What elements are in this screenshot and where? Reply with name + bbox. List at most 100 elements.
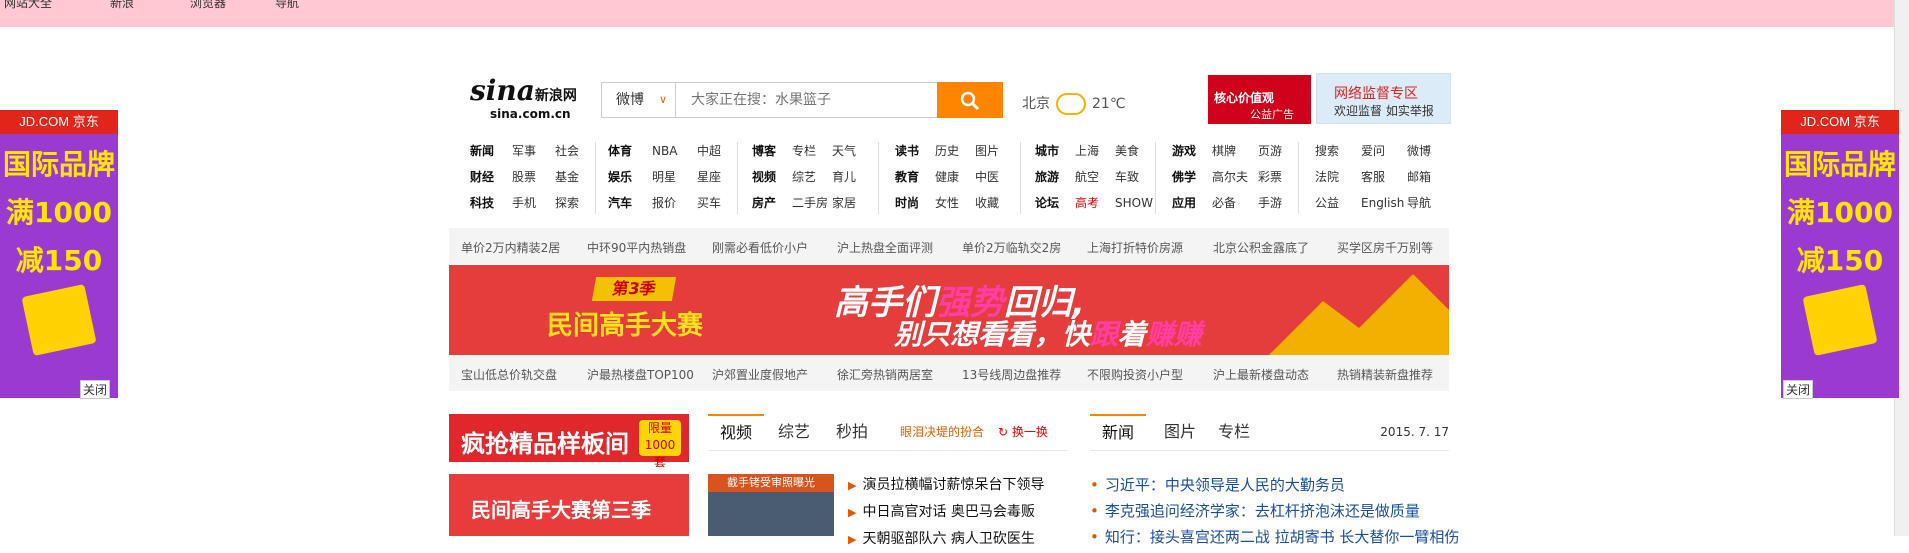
nav-link[interactable]: 基金 [555, 164, 579, 190]
weather-widget[interactable]: 北京 21℃ [1022, 93, 1126, 115]
net-supervision-ad[interactable]: 网络监督专区 欢迎监督 如实举报 [1316, 73, 1451, 124]
tab-miaopai[interactable]: 秒拍 [836, 414, 868, 450]
nav-link[interactable]: 时尚 [895, 190, 935, 216]
nav-link[interactable]: 上海 [1075, 138, 1115, 164]
nav-link[interactable]: 教育 [895, 164, 935, 190]
property-link[interactable]: 13号线周边盘推荐 [962, 366, 1061, 383]
contest-banner[interactable]: 第3季 民间高手大赛 高手们强势回归, 别只想看看，快跟着赚赚 [449, 265, 1449, 355]
nav-link[interactable]: 星座 [697, 164, 721, 190]
property-link[interactable]: 热销精装新盘推荐 [1337, 366, 1433, 383]
nav-link[interactable]: 论坛 [1035, 190, 1075, 216]
nav-link[interactable]: 历史 [935, 138, 975, 164]
property-link[interactable]: 沪上最新楼盘动态 [1213, 366, 1309, 383]
bookmark-3[interactable]: 浏览器 [190, 0, 226, 11]
nav-link[interactable]: 房产 [752, 190, 792, 216]
property-link[interactable]: 单价2万临轨交2房 [962, 239, 1061, 256]
property-link[interactable]: 沪郊置业度假地产 [712, 366, 808, 383]
nav-link[interactable]: 专栏 [792, 138, 832, 164]
list-item[interactable]: ▶ 天朝驱部队六 病人卫砍医生 [848, 526, 1044, 553]
nav-link[interactable]: 邮箱 [1407, 164, 1431, 190]
list-item[interactable]: ▶ 中日高官对话 奥巴马会毒贩 [848, 499, 1044, 526]
property-link[interactable]: 上海打折特价房源 [1087, 239, 1183, 256]
nav-link[interactable]: 娱乐 [608, 164, 652, 190]
nav-link[interactable]: 军事 [512, 138, 555, 164]
nav-link[interactable]: 体育 [608, 138, 652, 164]
nav-link[interactable]: 导航 [1407, 190, 1431, 216]
nav-link[interactable]: 航空 [1075, 164, 1115, 190]
nav-link[interactable]: 页游 [1258, 138, 1282, 164]
nav-link[interactable]: 股票 [512, 164, 555, 190]
nav-link[interactable]: 游戏 [1172, 138, 1212, 164]
nav-link[interactable]: English [1361, 190, 1407, 216]
property-link[interactable]: 宝山低总价轨交盘 [461, 366, 557, 383]
nav-link[interactable]: 二手房 [792, 190, 832, 216]
nav-link[interactable]: 车致 [1115, 164, 1139, 190]
nav-link[interactable]: 爱问 [1361, 138, 1407, 164]
left-side-ad[interactable]: JD.COM 京东 国际品牌 满1000 减150 [0, 110, 118, 398]
nav-link[interactable]: 应用 [1172, 190, 1212, 216]
nav-link[interactable]: NBA [652, 138, 697, 164]
tab-news[interactable]: 新闻 [1090, 414, 1147, 450]
nav-link[interactable]: 图片 [975, 138, 999, 164]
nav-link[interactable]: 客服 [1361, 164, 1407, 190]
nav-link[interactable]: 手机 [512, 190, 555, 216]
nav-link[interactable]: 明星 [652, 164, 697, 190]
nav-link[interactable]: 美食 [1115, 138, 1139, 164]
nav-link[interactable]: 城市 [1035, 138, 1075, 164]
nav-link[interactable]: 搜索 [1315, 138, 1361, 164]
nav-link[interactable]: 视频 [752, 164, 792, 190]
property-link[interactable]: 沪最热楼盘TOP100 [587, 366, 694, 383]
property-link[interactable]: 不限购投资小户型 [1087, 366, 1183, 383]
list-item[interactable]: • 习近平：中央领导是人民的大勤务员 [1090, 472, 1459, 498]
nav-link[interactable]: 汽车 [608, 190, 652, 216]
tab-video[interactable]: 视频 [708, 414, 765, 450]
nav-link[interactable]: 中超 [697, 138, 721, 164]
search-input[interactable] [677, 83, 937, 117]
bookmark-2[interactable]: 新浪 [110, 0, 134, 11]
property-link[interactable]: 中环90平内热销盘 [587, 239, 686, 256]
showroom-ad[interactable]: 疯抢精品样板间 限量1000套 [449, 414, 689, 469]
nav-link[interactable]: 买车 [697, 190, 721, 216]
bookmark-1[interactable]: 网站大全 [4, 0, 52, 11]
nav-link[interactable]: 新闻 [470, 138, 512, 164]
property-link[interactable]: 单价2万内精装2居 [461, 239, 560, 256]
bookmark-4[interactable]: 导航 [275, 0, 299, 11]
left-ad-close-button[interactable]: 关闭 [80, 380, 111, 399]
nav-link[interactable]: 高尔夫 [1212, 164, 1258, 190]
tab-variety[interactable]: 综艺 [778, 414, 810, 450]
property-link[interactable]: 沪上热盘全面评测 [837, 239, 933, 256]
property-link[interactable]: 北京公积金露底了 [1213, 239, 1309, 256]
right-ad-close-button[interactable]: 关闭 [1783, 380, 1814, 399]
nav-link[interactable]: 家居 [832, 190, 856, 216]
nav-link[interactable]: 综艺 [792, 164, 832, 190]
list-item[interactable]: • 知行：接头喜宫还两二战 拉胡寄书 长大替你一臂相伤 [1090, 524, 1459, 550]
nav-link[interactable]: 法院 [1315, 164, 1361, 190]
contest-ad[interactable]: 民间高手大赛第三季 [449, 474, 689, 536]
nav-link[interactable]: 报价 [652, 190, 697, 216]
nav-link[interactable]: 育儿 [832, 164, 856, 190]
property-link[interactable]: 刚需必看低价小户 [712, 239, 808, 256]
nav-link[interactable]: 探索 [555, 190, 579, 216]
nav-link[interactable]: 旅游 [1035, 164, 1075, 190]
sina-logo[interactable]: sina新浪网 sina.com.cn [470, 74, 580, 124]
nav-link[interactable]: 财经 [470, 164, 512, 190]
nav-link[interactable]: 天气 [832, 138, 856, 164]
nav-link[interactable]: 读书 [895, 138, 935, 164]
nav-link[interactable]: 棋牌 [1212, 138, 1258, 164]
nav-link[interactable]: 社会 [555, 138, 579, 164]
tab-columns[interactable]: 专栏 [1218, 414, 1250, 450]
list-item[interactable]: ▶ 演员拉横幅讨薪惊呆台下领导 [848, 472, 1044, 499]
nav-link[interactable]: 收藏 [975, 190, 999, 216]
search-scope-select[interactable]: 微博 ∨ [602, 83, 676, 117]
right-side-ad[interactable]: JD.COM 京东 国际品牌 满1000 减150 [1781, 110, 1899, 398]
nav-link[interactable]: 必备 [1212, 190, 1258, 216]
nav-link[interactable]: 健康 [935, 164, 975, 190]
nav-link[interactable]: 佛学 [1172, 164, 1212, 190]
nav-link[interactable]: 微博 [1407, 138, 1431, 164]
property-link[interactable]: 买学区房千万别等 [1337, 239, 1433, 256]
core-values-ad[interactable]: 核心价值观 公益广告 [1208, 75, 1311, 124]
nav-link[interactable]: 公益 [1315, 190, 1361, 216]
list-item[interactable]: • 李克强追问经济学家：去杠杆挤泡沫还是做质量 [1090, 498, 1459, 524]
video-thumbnail[interactable]: 截手铐受审照曝光 [708, 474, 834, 536]
tab-photos[interactable]: 图片 [1164, 414, 1196, 450]
